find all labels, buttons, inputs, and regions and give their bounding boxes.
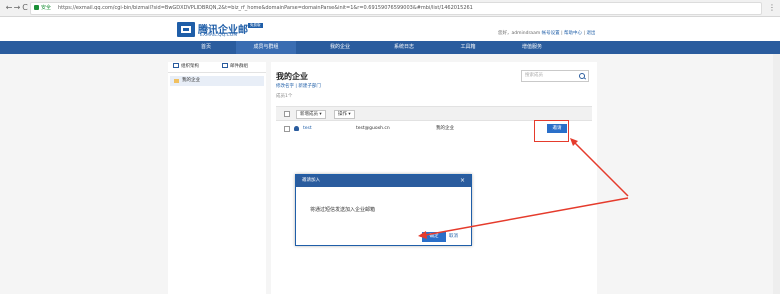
member-name[interactable]: test bbox=[303, 122, 312, 135]
search-icon[interactable] bbox=[579, 73, 585, 79]
confirm-button[interactable]: 确定 bbox=[422, 232, 446, 242]
invite-highlight-box bbox=[534, 120, 569, 142]
user-icon bbox=[294, 126, 299, 131]
help-center-link[interactable]: 帮助中心 bbox=[564, 31, 582, 36]
browser-menu-icon[interactable]: ⋮ bbox=[768, 3, 776, 13]
lock-icon bbox=[34, 5, 39, 10]
search-placeholder: 搜索成员 bbox=[525, 73, 543, 78]
member-toolbar: 新增成员 ▾ 操作 ▾ bbox=[276, 106, 592, 121]
nav-my-company[interactable]: 我的企业 bbox=[310, 41, 370, 54]
member-dept: 我的企业 bbox=[436, 126, 454, 131]
mail-logo-icon bbox=[177, 22, 195, 37]
tab-org[interactable]: 组织架构 bbox=[173, 63, 199, 71]
sidebar-tabs: 组织架构 邮件群组 bbox=[168, 62, 266, 73]
new-member-button[interactable]: 新增成员 ▾ bbox=[296, 110, 326, 119]
row-checkbox[interactable] bbox=[284, 126, 290, 132]
app-header: 腾讯企业邮 免费版 EXMAIL.QQ.COM 您好，admindraam 帐号… bbox=[0, 17, 780, 41]
folder-icon bbox=[174, 79, 179, 83]
invite-dialog: 邀请加入 × 将通过短信发送加入企业邮箱 确定 取消 bbox=[295, 174, 472, 246]
address-bar[interactable]: 安全 https://exmail.qq.com/cgi-bin/bizmail… bbox=[30, 2, 762, 15]
nav-home[interactable]: 首页 bbox=[176, 41, 236, 54]
group-icon bbox=[222, 63, 228, 68]
reload-icon[interactable]: C bbox=[20, 3, 30, 13]
logo-subtitle: EXMAIL.QQ.COM bbox=[200, 33, 238, 38]
search-input[interactable]: 搜索成员 bbox=[521, 70, 589, 82]
cancel-button[interactable]: 取消 bbox=[449, 232, 458, 242]
browser-toolbar: ← → C 安全 https://exmail.qq.com/cgi-bin/b… bbox=[0, 0, 780, 17]
sidebar-item-label: 我的企业 bbox=[182, 78, 200, 83]
member-count: 成员1个 bbox=[276, 94, 293, 99]
scrollbar[interactable] bbox=[773, 54, 780, 294]
nav-toolbox[interactable]: 工具箱 bbox=[438, 41, 498, 54]
dept-links[interactable]: 修改名字 | 新建子部门 bbox=[276, 83, 321, 89]
user-links: 您好，admindraam 帐号设置 | 帮助中心 | 退出 bbox=[498, 31, 596, 36]
greeting: 您好，admindraam bbox=[498, 31, 541, 36]
url-text[interactable]: https://exmail.qq.com/cgi-bin/bizmail?si… bbox=[58, 4, 473, 13]
nav-value-added[interactable]: 增值服务 bbox=[502, 41, 562, 54]
main-nav: 首页 成员与群组 我的企业 系统日志 工具箱 增值服务 bbox=[0, 41, 780, 54]
account-settings-link[interactable]: 帐号设置 bbox=[542, 31, 560, 36]
sidebar: 组织架构 邮件群组 我的企业 bbox=[168, 62, 266, 294]
tab-groups-label: 邮件群组 bbox=[230, 64, 248, 69]
tab-groups[interactable]: 邮件群组 bbox=[222, 63, 248, 71]
dialog-header: 邀请加入 × bbox=[296, 175, 471, 187]
nav-system-log[interactable]: 系统日志 bbox=[374, 41, 434, 54]
action-dropdown[interactable]: 操作 ▾ bbox=[334, 110, 355, 119]
nav-members[interactable]: 成员与群组 bbox=[236, 41, 296, 54]
tab-org-label: 组织架构 bbox=[181, 64, 199, 69]
page-title: 我的企业 bbox=[276, 72, 308, 81]
dialog-message: 将通过短信发送加入企业邮箱 bbox=[310, 207, 376, 213]
dialog-title: 邀请加入 bbox=[302, 178, 320, 183]
secure-label: 安全 bbox=[41, 5, 52, 11]
select-all-checkbox[interactable] bbox=[284, 111, 290, 117]
member-email: test@guoxh.cn bbox=[356, 126, 390, 131]
org-icon bbox=[173, 63, 179, 68]
sidebar-item-my-company[interactable]: 我的企业 bbox=[170, 76, 264, 86]
close-icon[interactable]: × bbox=[460, 175, 465, 187]
logout-link[interactable]: 退出 bbox=[586, 31, 595, 36]
edition-badge: 免费版 bbox=[248, 23, 263, 28]
